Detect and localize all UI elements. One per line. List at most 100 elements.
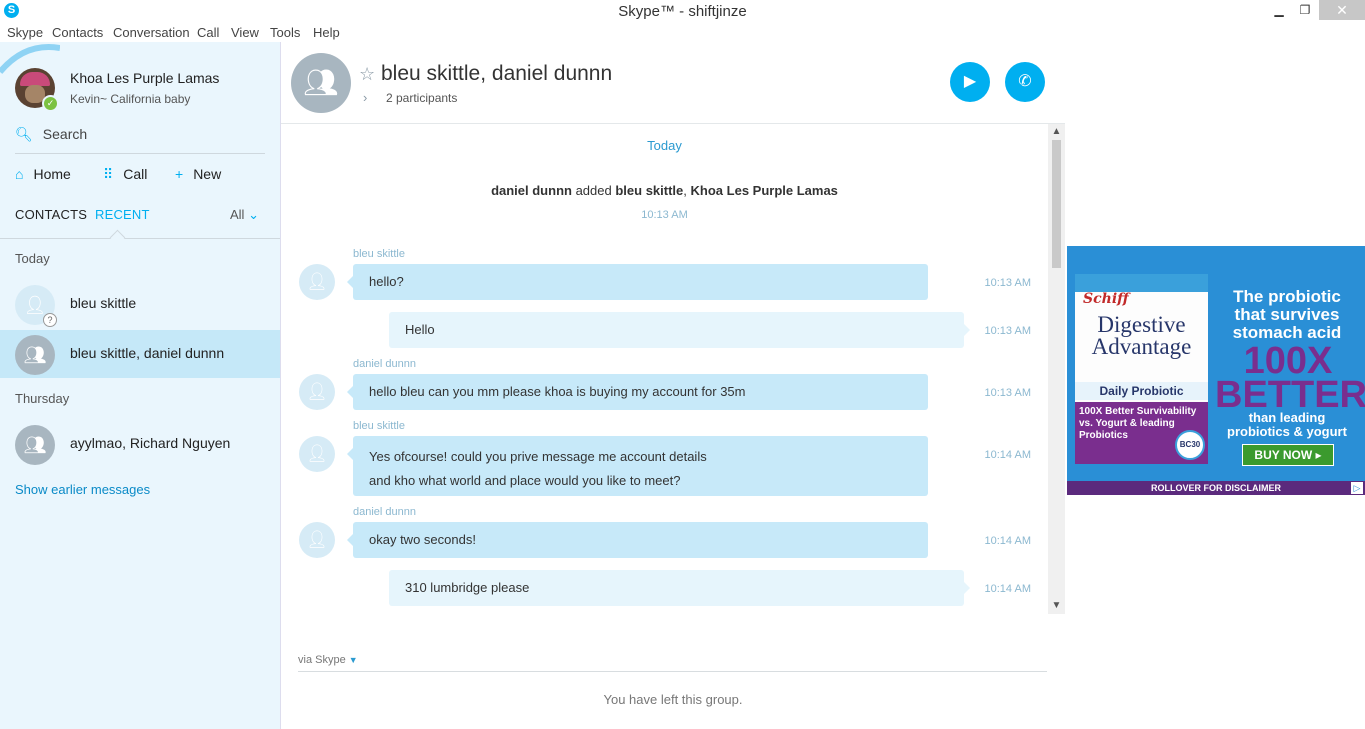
advertisement-banner[interactable]: Schiff Digestive Advantage Daily Probiot… bbox=[1067, 246, 1365, 495]
show-earlier-link[interactable]: Show earlier messages bbox=[15, 482, 150, 497]
home-icon: ⌂ bbox=[15, 166, 24, 182]
menu-view[interactable]: View bbox=[231, 25, 259, 40]
group-icon: 👥︎ bbox=[303, 67, 339, 98]
scroll-down-icon[interactable]: ▼ bbox=[1048, 600, 1065, 611]
menu-help[interactable]: Help bbox=[313, 25, 340, 40]
message-list[interactable]: Today daniel dunnn added bleu skittle, K… bbox=[281, 124, 1048, 614]
message-scrollbar[interactable]: ▲ ▼ bbox=[1048, 124, 1065, 614]
via-label: via Skype bbox=[298, 654, 346, 666]
date-separator: Today bbox=[647, 138, 682, 153]
menu-contacts[interactable]: Contacts bbox=[52, 25, 103, 40]
message-time: 10:14 AM bbox=[984, 449, 1031, 461]
system-actor: daniel dunnn bbox=[491, 183, 572, 198]
message-time: 10:13 AM bbox=[984, 277, 1031, 289]
message-bubble[interactable]: 310 lumbridge please bbox=[389, 570, 970, 606]
chevron-right-icon[interactable]: › bbox=[363, 90, 367, 105]
conversation-pane: 👥︎ ☆ bleu skittle, daniel dunnn › 2 part… bbox=[281, 42, 1065, 729]
sender-avatar[interactable]: 👤︎ bbox=[299, 522, 335, 558]
ad-brand: Schiff bbox=[1083, 291, 1129, 307]
call-button[interactable]: ⠿ Call bbox=[103, 166, 147, 183]
sender-avatar[interactable]: 👤︎ bbox=[299, 264, 335, 300]
message-bubble[interactable]: Hello bbox=[389, 312, 970, 348]
participants-count[interactable]: 2 participants bbox=[386, 91, 457, 105]
system-verb: added bbox=[575, 183, 612, 198]
person-icon: 👤︎ bbox=[306, 272, 328, 291]
person-icon: 👤︎ bbox=[306, 444, 328, 463]
sender-avatar[interactable]: 👤︎ bbox=[299, 374, 335, 410]
message-time: 10:13 AM bbox=[984, 387, 1031, 399]
menu-conversation[interactable]: Conversation bbox=[113, 25, 190, 40]
profile-name[interactable]: Khoa Les Purple Lamas bbox=[70, 70, 219, 86]
contact-name: bleu skittle, daniel dunnn bbox=[70, 345, 225, 361]
message-bubble[interactable]: okay two seconds! bbox=[347, 522, 928, 558]
call-label: Call bbox=[123, 166, 148, 182]
tab-indicator bbox=[109, 229, 126, 246]
message-bubble[interactable]: hello? bbox=[347, 264, 928, 300]
product-box-top bbox=[1075, 274, 1208, 292]
tab-contacts[interactable]: CONTACTS bbox=[15, 207, 87, 222]
avatar: 👤︎ ? bbox=[15, 285, 57, 327]
window-title: Skype™ - shiftjinze bbox=[618, 3, 747, 20]
search-box[interactable]: 🔍︎ Search bbox=[15, 126, 87, 143]
message-text: 310 lumbridge please bbox=[405, 580, 530, 595]
group-icon: 👥︎ bbox=[23, 435, 47, 455]
tab-recent[interactable]: RECENT bbox=[95, 207, 150, 222]
message-time: 10:13 AM bbox=[984, 325, 1031, 337]
conversation-avatar[interactable]: 👥︎ bbox=[291, 53, 351, 113]
menu-tools[interactable]: Tools bbox=[270, 25, 300, 40]
adchoices-icon[interactable]: ▷ bbox=[1351, 482, 1363, 494]
ad-headline: The probiotic that survives stomach acid bbox=[1232, 287, 1342, 342]
filter-dropdown[interactable]: All ⌄ bbox=[230, 207, 259, 223]
person-icon: 👤︎ bbox=[306, 530, 328, 549]
system-sep: , bbox=[683, 183, 687, 198]
video-call-button[interactable]: ▶ bbox=[950, 62, 990, 102]
video-camera-icon: ▶ bbox=[963, 73, 977, 90]
recent-item-selected[interactable]: 👥︎ bleu skittle, daniel dunnn bbox=[0, 330, 280, 378]
menu-bar: Skype Contacts Conversation Call View To… bbox=[0, 22, 1365, 42]
message-text: and kho what world and place would you l… bbox=[369, 473, 681, 488]
contact-name: ayylmao, Richard Nguyen bbox=[70, 435, 231, 451]
contact-name: bleu skittle bbox=[70, 295, 137, 311]
recent-item[interactable]: 👥︎ ayylmao, Richard Nguyen bbox=[0, 420, 280, 468]
ad-subclaim: than leading probiotics & yogurt bbox=[1227, 410, 1347, 439]
message-bubble[interactable]: Yes ofcourse! could you prive message me… bbox=[347, 436, 928, 496]
message-text: Yes ofcourse! could you prive message me… bbox=[369, 449, 707, 464]
ad-seal-icon: BC30 bbox=[1175, 430, 1205, 460]
sidebar: ✓ Khoa Les Purple Lamas Kevin~ Californi… bbox=[0, 42, 281, 729]
avatar: 👥︎ bbox=[15, 425, 55, 465]
close-button[interactable]: ✕ bbox=[1319, 0, 1365, 20]
footer-divider bbox=[298, 671, 1047, 672]
online-status-icon: ✓ bbox=[42, 95, 59, 112]
new-button[interactable]: + New bbox=[175, 166, 221, 182]
maximize-button[interactable]: ❐ bbox=[1290, 0, 1320, 20]
via-skype-selector[interactable]: via Skype ▼ bbox=[298, 654, 358, 666]
ad-disclaimer[interactable]: ROLLOVER FOR DISCLAIMER bbox=[1067, 481, 1365, 495]
message-text: hello? bbox=[369, 274, 404, 289]
favorite-star-icon[interactable]: ☆ bbox=[359, 64, 375, 85]
message-sender: bleu skittle bbox=[353, 248, 405, 260]
conversation-title[interactable]: bleu skittle, daniel dunnn bbox=[381, 62, 612, 86]
profile-mood[interactable]: Kevin~ California baby bbox=[70, 92, 190, 106]
message-text: okay two seconds! bbox=[369, 532, 476, 547]
voice-call-button[interactable]: ✆ bbox=[1005, 62, 1045, 102]
scroll-up-icon[interactable]: ▲ bbox=[1048, 126, 1065, 137]
new-label: New bbox=[193, 166, 222, 182]
message-sender: bleu skittle bbox=[353, 420, 405, 432]
ad-buy-now-button[interactable]: BUY NOW ▸ bbox=[1242, 444, 1334, 466]
title-bar: S Skype™ - shiftjinze ▁ ❐ ✕ bbox=[0, 0, 1365, 22]
recent-item[interactable]: 👤︎ ? bleu skittle bbox=[0, 280, 280, 328]
search-label: Search bbox=[42, 126, 88, 142]
menu-skype[interactable]: Skype bbox=[7, 25, 43, 40]
home-button[interactable]: ⌂ Home bbox=[15, 166, 71, 182]
ad-big-claim: 100X BETTER bbox=[1215, 340, 1365, 416]
message-bubble[interactable]: hello bleu can you mm please khoa is buy… bbox=[347, 374, 928, 410]
system-target: Khoa Les Purple Lamas bbox=[690, 183, 838, 198]
message-text: hello bleu can you mm please khoa is buy… bbox=[369, 384, 746, 399]
group-label-today: Today bbox=[15, 251, 50, 266]
menu-call[interactable]: Call bbox=[197, 25, 219, 40]
tab-divider bbox=[0, 238, 280, 239]
sender-avatar[interactable]: 👤︎ bbox=[299, 436, 335, 472]
scrollbar-thumb[interactable] bbox=[1052, 140, 1061, 268]
ad-product-name: Digestive Advantage bbox=[1091, 312, 1192, 359]
filter-label: All bbox=[230, 207, 245, 222]
